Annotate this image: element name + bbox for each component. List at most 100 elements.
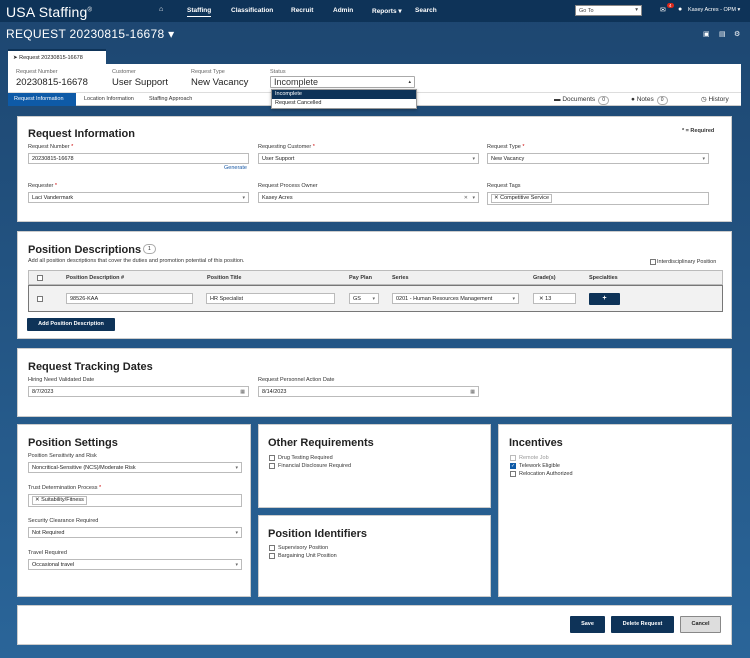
add-specialty-button[interactable]: + <box>589 293 620 305</box>
request-type-label: Request Type * <box>487 144 525 150</box>
sensitivity-label: Position Sensitivity and Risk <box>28 453 97 459</box>
sensitivity-select[interactable]: Noncritical-Sensitive (NCS)/Moderate Ris… <box>28 462 242 473</box>
step-request-information[interactable]: Request Information <box>8 93 76 106</box>
request-information-card: Request Information * = Required Request… <box>17 116 732 222</box>
save-button[interactable]: Save <box>570 616 605 633</box>
home-icon[interactable]: ⌂ <box>159 6 163 13</box>
pd-number-input[interactable]: 98526-KAA <box>66 293 193 304</box>
position-title-input[interactable]: HR Specialist <box>206 293 335 304</box>
request-number-input[interactable]: 20230815-16678 <box>28 153 249 164</box>
briefcase-icon[interactable]: ▣ <box>703 30 710 38</box>
drug-testing-label: Drug Testing Required <box>278 455 333 461</box>
nav-classification[interactable]: Classification <box>231 7 273 14</box>
drug-testing-checkbox[interactable] <box>269 455 275 461</box>
col-specialties: Specialties <box>589 275 618 281</box>
summary-customer: User Support <box>112 77 168 88</box>
other-requirements-title: Other Requirements <box>268 437 374 449</box>
notes-button[interactable]: ● Notes 0 <box>631 94 668 105</box>
position-description-count: 1 <box>143 244 156 254</box>
tag-suitability-fitness[interactable]: ✕ Suitability/Fitness <box>32 496 87 505</box>
request-number-label: Request Number * <box>28 144 74 150</box>
requester-label: Requester * <box>28 183 58 189</box>
travel-label: Travel Required <box>28 550 67 556</box>
requesting-customer-select[interactable]: User Support ▾ <box>258 153 479 164</box>
request-tags-label: Request Tags <box>487 183 521 189</box>
chat-icon[interactable]: ▤ <box>719 30 726 38</box>
gear-icon[interactable]: ⚙ <box>734 30 740 38</box>
personnel-action-date-input[interactable]: 8/14/2023 ▦ <box>258 386 479 397</box>
summary-status-label: Status <box>270 69 286 75</box>
step-location-information[interactable]: Location Information <box>78 93 144 106</box>
bargaining-unit-checkbox[interactable] <box>269 553 275 559</box>
nav-staffing[interactable]: Staffing <box>187 7 212 17</box>
notification-count-badge: 4 <box>667 3 674 8</box>
travel-select[interactable]: Occasional travel ▾ <box>28 559 242 570</box>
tag-competitive-service[interactable]: ✕ Competitive Service <box>491 194 553 203</box>
summary-number-label: Request Number <box>16 69 58 75</box>
financial-disclosure-checkbox[interactable] <box>269 463 275 469</box>
status-select[interactable]: Incomplete ▴ <box>270 76 415 88</box>
telework-eligible-checkbox[interactable] <box>510 463 516 469</box>
col-pay-plan: Pay Plan <box>349 275 372 281</box>
select-all-checkbox[interactable] <box>37 275 43 281</box>
required-note: * = Required <box>682 128 715 134</box>
grade-input[interactable]: ✕ 13 <box>533 293 576 304</box>
row-checkbox[interactable] <box>37 296 43 302</box>
col-grades: Grade(s) <box>533 275 556 281</box>
process-owner-label: Request Process Owner <box>258 183 318 189</box>
series-select[interactable]: 0201 - Human Resources Management ▾ <box>392 293 519 304</box>
position-settings-card: Position Settings Position Sensitivity a… <box>17 424 251 597</box>
clearance-select[interactable]: Not Required ▾ <box>28 527 242 538</box>
pd-table-header: Position Description # Position Title Pa… <box>28 270 723 285</box>
calendar-icon[interactable]: ▦ <box>240 389 245 395</box>
usa-staffing-logo[interactable]: USA Staffing® <box>6 4 92 20</box>
step-staffing-approach[interactable]: Staffing Approach <box>143 93 215 106</box>
nav-admin[interactable]: Admin <box>333 7 353 14</box>
generate-link[interactable]: Generate <box>224 165 247 171</box>
col-pd-number: Position Description # <box>66 275 125 281</box>
position-identifiers-title: Position Identifiers <box>268 528 368 540</box>
mail-icon[interactable]: ✉ <box>660 6 666 14</box>
supervisory-checkbox[interactable] <box>269 545 275 551</box>
pay-plan-select[interactable]: GS ▾ <box>349 293 379 304</box>
cancel-button[interactable]: Cancel <box>680 616 721 633</box>
calendar-icon[interactable]: ▦ <box>470 389 475 395</box>
personnel-action-date-label: Request Personnel Action Date <box>258 377 335 383</box>
requester-select[interactable]: Laci Vandermark ▾ <box>28 192 249 203</box>
request-tags-input[interactable]: ✕ Competitive Service <box>487 192 709 205</box>
other-requirements-card: Other Requirements Drug Testing Required… <box>258 424 491 508</box>
delete-request-button[interactable]: Delete Request <box>611 616 674 633</box>
request-title[interactable]: REQUEST 20230815-16678 ▾ <box>6 27 174 41</box>
add-position-description-button[interactable]: Add Position Description <box>27 318 115 331</box>
remote-job-checkbox[interactable] <box>510 455 516 461</box>
position-descriptions-title: Position Descriptions <box>28 244 142 256</box>
nav-reports[interactable]: Reports ▾ <box>372 7 402 15</box>
history-button[interactable]: ◷ History <box>701 94 729 105</box>
request-tab[interactable]: ➤ Request 20230815-16678 <box>8 49 106 64</box>
position-identifiers-card: Position Identifiers Supervisory Positio… <box>258 515 491 597</box>
incentives-card: Incentives Remote Job Telework Eligible … <box>498 424 732 597</box>
goto-input[interactable]: Go To ▾ <box>575 5 642 16</box>
telework-eligible-label: Telework Eligible <box>519 463 560 469</box>
documents-button[interactable]: ▬ Documents 0 <box>554 94 609 105</box>
interdisciplinary-checkbox[interactable] <box>650 259 656 265</box>
incentives-title: Incentives <box>509 437 563 449</box>
status-option-incomplete[interactable]: Incomplete <box>272 90 416 99</box>
nav-search[interactable]: Search <box>415 7 437 14</box>
trust-determination-input[interactable]: ✕ Suitability/Fitness <box>28 494 242 507</box>
position-descriptions-desc: Add all position descriptions that cover… <box>28 258 245 264</box>
hiring-need-date-input[interactable]: 8/7/2023 ▦ <box>28 386 249 397</box>
table-row: 98526-KAA HR Specialist GS ▾ 0201 - Human… <box>28 285 723 312</box>
col-series: Series <box>392 275 409 281</box>
col-position-title: Position Title <box>207 275 242 281</box>
nav-recruit[interactable]: Recruit <box>291 7 313 14</box>
interdisciplinary-label: Interdisciplinary Position <box>657 259 717 265</box>
hiring-need-date-label: Hiring Need Validated Date <box>28 377 95 383</box>
request-type-select[interactable]: New Vacancy ▾ <box>487 153 709 164</box>
relocation-authorized-checkbox[interactable] <box>510 471 516 477</box>
bargaining-unit-label: Bargaining Unit Position <box>278 553 337 559</box>
status-option-cancelled[interactable]: Request Cancelled <box>272 99 416 108</box>
process-owner-select[interactable]: Kasey Acres ✕ ▾ <box>258 192 479 203</box>
relocation-authorized-label: Relocation Authorized <box>519 471 573 477</box>
user-menu[interactable]: Kasey Acres - OPM ▾ <box>688 7 740 13</box>
